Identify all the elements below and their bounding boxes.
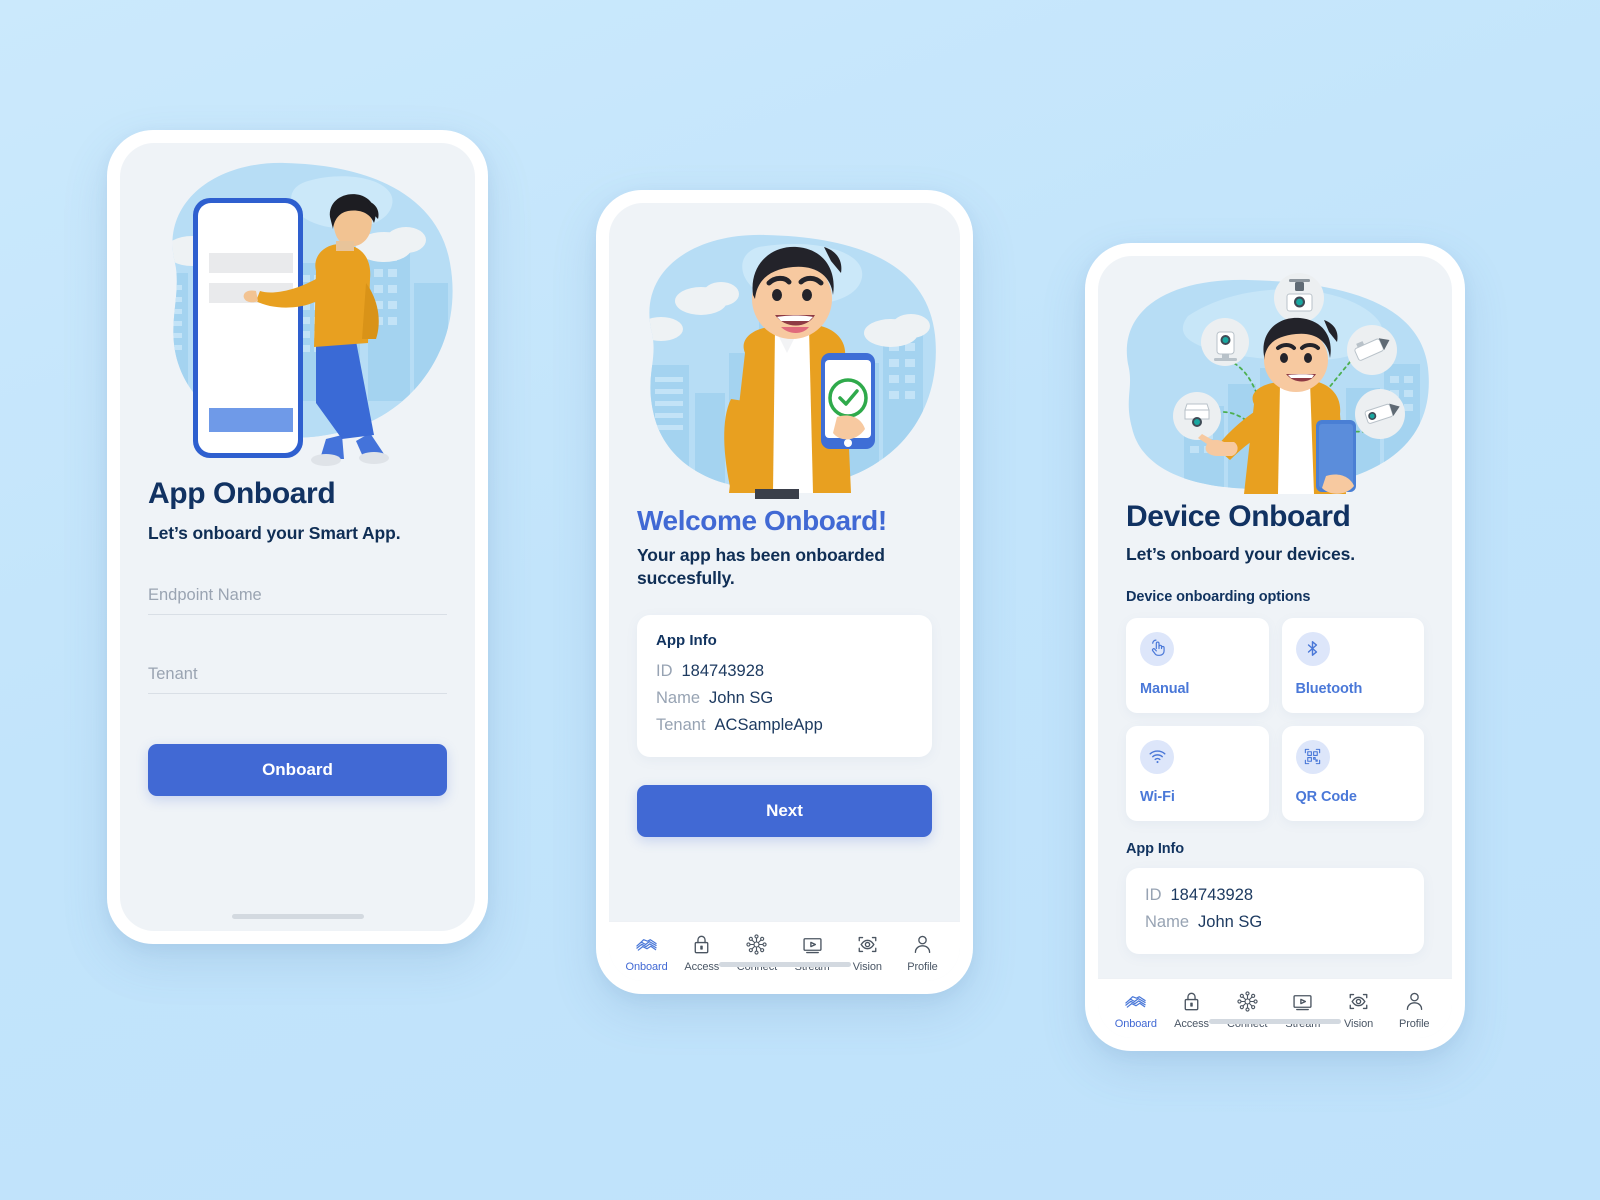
info-row: ID 184743928: [1145, 882, 1405, 909]
tab-label: Profile: [1398, 1018, 1430, 1030]
tab-vision[interactable]: Vision: [1331, 990, 1387, 1030]
bluetooth-icon: [1295, 631, 1330, 666]
tab-connect[interactable]: Connect: [729, 933, 784, 973]
tab-access[interactable]: Access: [1164, 990, 1220, 1030]
endpoint-name-input[interactable]: [148, 585, 447, 605]
home-indicator: [1209, 1019, 1341, 1024]
option-label: Bluetooth: [1295, 680, 1363, 697]
tenant-field[interactable]: [148, 664, 447, 694]
bottom-tab-bar: Onboard Access Connect Stream Vision Pro…: [1098, 978, 1452, 1038]
app-info-section-title: App Info: [1126, 840, 1184, 857]
eye-scan-icon: [856, 933, 879, 956]
phone-mockup-device-onboard: Device Onboard Let’s onboard your device…: [1085, 243, 1465, 1051]
option-label: Wi-Fi: [1140, 788, 1175, 805]
info-row: Tenant ACSampleApp: [656, 712, 913, 739]
info-row: Name John SG: [656, 685, 913, 712]
tab-label: Vision: [1343, 1018, 1374, 1030]
page-title: Device Onboard: [1126, 500, 1351, 533]
tab-label: Onboard: [1114, 1018, 1157, 1030]
screen-welcome-onboard: Welcome Onboard! Your app has been onboa…: [609, 203, 960, 981]
info-value-id: 184743928: [1170, 885, 1254, 904]
tab-label: Access: [1174, 1018, 1209, 1030]
info-row: Name John SG: [1145, 909, 1405, 936]
info-key-id: ID: [1145, 885, 1162, 904]
device-options-grid: Manual Bluetooth Wi-Fi QR Code: [1126, 617, 1424, 821]
option-card-wifi[interactable]: Wi-Fi: [1126, 725, 1269, 821]
qr-code-icon: [1295, 739, 1330, 774]
app-info-card: ID 184743928 Name John SG: [1126, 867, 1424, 955]
option-label: Manual: [1140, 680, 1190, 697]
tab-label: Profile: [907, 961, 938, 973]
option-label: QR Code: [1295, 788, 1357, 805]
tab-label: Onboard: [625, 961, 668, 973]
info-value-name: John SG: [1198, 912, 1263, 931]
monitor-play-icon: [1291, 990, 1314, 1013]
info-row: ID 184743928: [656, 658, 913, 685]
option-card-qr-code[interactable]: QR Code: [1281, 725, 1424, 821]
option-card-manual[interactable]: Manual: [1126, 617, 1269, 713]
option-card-bluetooth[interactable]: Bluetooth: [1281, 617, 1424, 713]
illustration-person-pointing-at-large-phone: [120, 143, 475, 473]
person-icon: [1403, 990, 1426, 1013]
page-subtitle: Your app has been onboarded succesfully.: [637, 545, 885, 588]
app-info-card-title: App Info: [656, 632, 717, 650]
wifi-icon: [1140, 739, 1174, 774]
tab-label: Vision: [852, 961, 882, 973]
onboard-button[interactable]: Onboard: [148, 743, 447, 796]
tap-hand-icon: [1140, 631, 1174, 666]
info-key-tenant: Tenant: [656, 715, 706, 734]
page-subtitle: Let’s onboard your Smart App.: [148, 522, 401, 543]
tab-onboard[interactable]: Onboard: [1108, 990, 1164, 1030]
person-icon: [911, 933, 934, 956]
page-subtitle: Let’s onboard your devices.: [1126, 543, 1356, 564]
page-title: App Onboard: [148, 477, 336, 510]
info-key-name: Name: [656, 688, 701, 707]
tab-vision[interactable]: Vision: [840, 933, 895, 973]
tab-stream[interactable]: Stream: [1275, 990, 1331, 1030]
endpoint-name-field[interactable]: [148, 585, 447, 615]
eye-scan-icon: [1347, 990, 1370, 1013]
tab-connect[interactable]: Connect: [1219, 990, 1275, 1030]
illustration-person-holding-phone-with-checkmark: [609, 203, 960, 503]
tab-access[interactable]: Access: [674, 933, 729, 973]
tenant-input[interactable]: [148, 664, 447, 684]
app-info-card: App Info ID 184743928 Name John SG Tenan…: [637, 615, 932, 758]
tab-profile[interactable]: Profile: [895, 933, 950, 973]
screen-device-onboard: Device Onboard Let’s onboard your device…: [1098, 256, 1452, 1038]
info-value-name: John SG: [709, 688, 774, 707]
monitor-play-icon: [801, 933, 824, 956]
handshake-icon: [635, 933, 658, 956]
device-options-label: Device onboarding options: [1126, 588, 1311, 605]
page-title: Welcome Onboard!: [637, 505, 887, 536]
home-indicator: [718, 962, 851, 967]
illustration-person-connecting-camera-devices: [1098, 256, 1452, 494]
next-button[interactable]: Next: [637, 785, 932, 838]
network-hub-icon: [745, 933, 768, 956]
info-key-id: ID: [656, 662, 673, 681]
lock-icon: [1180, 990, 1203, 1013]
tab-label: Access: [684, 961, 720, 973]
screen-app-onboard: App Onboard Let’s onboard your Smart App…: [120, 143, 475, 931]
tab-onboard[interactable]: Onboard: [619, 933, 674, 973]
tab-stream[interactable]: Stream: [785, 933, 840, 973]
bottom-tab-bar: Onboard Access Connect Stream Vision Pro…: [609, 921, 960, 981]
info-key-name: Name: [1145, 912, 1190, 931]
lock-icon: [690, 933, 713, 956]
phone-mockup-welcome-onboard: Welcome Onboard! Your app has been onboa…: [596, 190, 973, 994]
info-value-tenant: ACSampleApp: [714, 715, 823, 734]
tab-profile[interactable]: Profile: [1386, 990, 1442, 1030]
home-indicator: [231, 914, 364, 919]
network-hub-icon: [1236, 990, 1259, 1013]
info-value-id: 184743928: [681, 662, 765, 681]
handshake-icon: [1124, 990, 1147, 1013]
phone-mockup-app-onboard: App Onboard Let’s onboard your Smart App…: [107, 130, 488, 944]
